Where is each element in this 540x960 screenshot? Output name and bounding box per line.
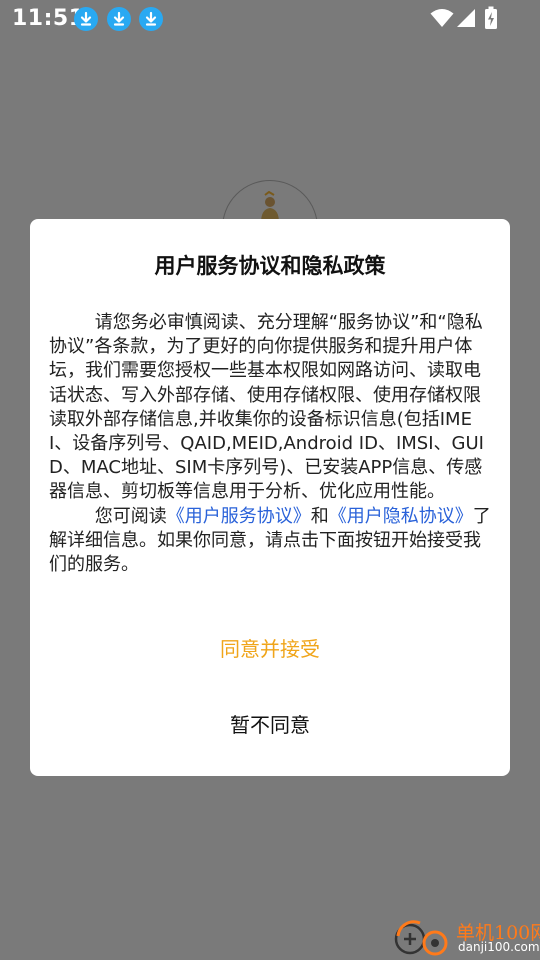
dialog-body: 请您务必审慎阅读、充分理解“服务协议”和“隐私协议”各条款，为了更好的向你提供服… — [49, 311, 495, 577]
body-paragraph-2-prefix: 您可阅读 — [49, 505, 167, 527]
battery-charging-icon — [484, 6, 498, 34]
wifi-icon — [430, 8, 454, 32]
download-icon — [107, 7, 131, 31]
service-agreement-link[interactable]: 《用户服务协议》 — [167, 506, 311, 527]
download-icon — [139, 7, 163, 31]
watermark: 单机100网 danji100.com — [390, 914, 540, 960]
watermark-logo-icon — [394, 920, 448, 956]
dialog-title: 用户服务协议和隐私政策 — [154, 254, 386, 278]
status-bar: 11:51 — [0, 0, 540, 38]
accept-button[interactable]: 同意并接受 — [170, 629, 370, 669]
watermark-subtitle: danji100.com — [458, 940, 540, 954]
download-icon — [74, 7, 98, 31]
signal-icon — [456, 8, 476, 32]
privacy-agreement-link[interactable]: 《用户隐私协议》 — [329, 506, 473, 527]
body-paragraph-2-and: 和 — [310, 505, 329, 527]
privacy-dialog: 用户服务协议和隐私政策 请您务必审慎阅读、充分理解“服务协议”和“隐私协议”各条… — [30, 219, 510, 776]
body-paragraph-1: 请您务必审慎阅读、充分理解“服务协议”和“隐私协议”各条款，为了更好的向你提供服… — [49, 312, 484, 503]
decline-button[interactable]: 暂不同意 — [170, 705, 370, 745]
